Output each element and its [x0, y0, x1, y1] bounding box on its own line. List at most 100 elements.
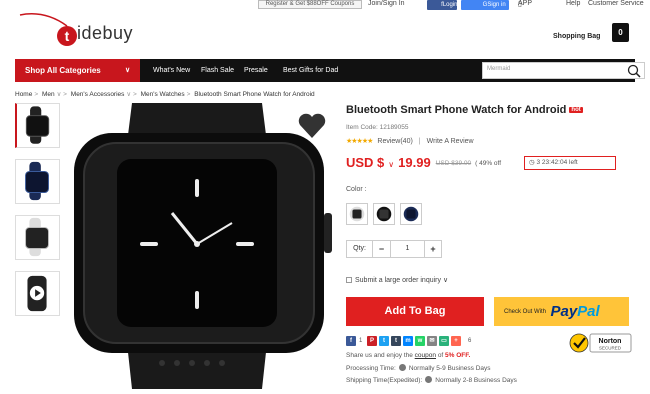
current-price: 19.99 — [398, 155, 431, 170]
item-code: Item Code: 12189055 — [346, 124, 409, 131]
thumbnail-blue-watch[interactable] — [15, 159, 60, 204]
add-to-bag-button[interactable]: Add To Bag — [346, 297, 484, 326]
nav-presale[interactable]: Presale — [244, 59, 268, 82]
document-icon — [346, 277, 352, 283]
app-label: APP — [518, 0, 533, 7]
quantity-increase-button[interactable]: + — [424, 240, 442, 258]
shopping-bag-icon[interactable]: 0 — [612, 23, 629, 42]
paypal-logo-pal: Pal — [577, 303, 600, 320]
whatsapp-share-icon[interactable]: w — [415, 336, 425, 346]
hot-badge: hot — [569, 107, 583, 113]
wishlist-heart-icon[interactable] — [298, 113, 326, 139]
chevron-down-icon: ∨ — [125, 67, 131, 74]
processing-time-value: Normally 5-9 Business Days — [408, 365, 491, 372]
paypal-prefix: Check Out With — [504, 309, 547, 315]
search-icon[interactable] — [627, 64, 641, 78]
google-sign-in-label: Sign in — [487, 2, 506, 8]
quantity-label: Qty: — [346, 240, 373, 258]
breadcrumb-mens-watches[interactable]: Men's Watches — [141, 91, 185, 98]
write-review-link[interactable]: Write A Review — [427, 138, 474, 145]
site-logo[interactable]: t idebuy — [15, 12, 145, 52]
breadcrumb-men[interactable]: Men — [42, 91, 55, 98]
share-text-mid: of — [437, 352, 444, 359]
breadcrumb-home[interactable]: Home — [15, 91, 32, 98]
sms-share-icon[interactable]: ▭ — [439, 336, 449, 346]
chevron-down-icon[interactable]: ∨ — [388, 160, 394, 169]
thumbnail-white-watch[interactable] — [15, 215, 60, 260]
norton-secured-badge: Norton SECURED — [569, 333, 632, 353]
rating-row: ★★★★★ Review(40) | Write A Review — [346, 138, 474, 145]
shipping-time-row: Shipping Time(Expedited): Normally 2-8 Bu… — [346, 376, 517, 384]
review-count-link[interactable]: Review(40) — [377, 138, 412, 145]
top-bar: Register & Get $88OFF Coupons Join/Sign … — [0, 0, 650, 10]
customer-service-link[interactable]: Customer Service — [588, 0, 644, 7]
bulk-inquiry-link[interactable]: Submit a large order inquiry ∨ — [346, 276, 448, 284]
shopping-bag-label[interactable]: Shopping Bag — [553, 33, 600, 40]
price-row: USD $ ∨ 19.99 USD $39.00( 49% off — [346, 154, 501, 172]
play-video-icon — [27, 275, 47, 312]
bag-count: 0 — [618, 28, 623, 37]
currency-selector[interactable]: USD $ — [346, 155, 384, 170]
join-sign-in-link[interactable]: Join/Sign In — [368, 0, 405, 7]
nav-best-gifts[interactable]: Best Gifts for Dad — [283, 59, 338, 82]
discount-text: ( 49% off — [475, 160, 502, 167]
facebook-login-label: Login — [442, 2, 458, 8]
color-swatch-blue[interactable] — [400, 203, 422, 225]
black-watch-thumb-icon — [25, 106, 50, 144]
shipping-time-value: Normally 2-8 Business Days — [435, 377, 517, 384]
facebook-login-button[interactable]: f Login — [427, 0, 458, 10]
facebook-share-icon[interactable]: f — [346, 336, 356, 346]
main-product-image[interactable] — [62, 103, 338, 389]
quantity-input[interactable]: 1 — [391, 240, 424, 258]
color-swatch-black[interactable] — [373, 203, 395, 225]
star-rating-icon: ★★★★★ — [346, 138, 373, 145]
coupon-link[interactable]: coupon — [415, 352, 436, 359]
email-share-icon[interactable]: ✉ — [427, 336, 437, 346]
register-coupon-link[interactable]: Register & Get $88OFF Coupons — [258, 0, 362, 9]
processing-time-label: Processing Time: — [346, 365, 396, 372]
more-share-count: 6 — [468, 338, 472, 344]
more-share-icon[interactable]: + — [451, 336, 461, 346]
messenger-share-icon[interactable]: m — [403, 336, 413, 346]
product-title-text: Bluetooth Smart Phone Watch for Android — [346, 104, 567, 116]
pinterest-share-icon[interactable]: P — [367, 336, 377, 346]
clock-icon — [398, 364, 406, 371]
search-box[interactable]: Mermaid — [482, 62, 645, 79]
help-link[interactable]: Help — [566, 0, 580, 7]
shipping-time-label: Shipping Time(Expedited): — [346, 377, 423, 384]
breadcrumb-mens-accessories[interactable]: Men's Accessories — [71, 91, 125, 98]
logo-text: idebuy — [77, 23, 134, 43]
product-title: Bluetooth Smart Phone Watch for Android h… — [346, 104, 583, 116]
blue-watch-swatch-icon — [403, 206, 419, 222]
thumbnail-video[interactable] — [15, 271, 60, 316]
nav-whats-new[interactable]: What's New — [153, 59, 190, 82]
google-sign-in-button[interactable]: G Sign in — [461, 0, 509, 10]
color-label: Color : — [346, 186, 367, 193]
share-text-pre: Share us and enjoy the — [346, 352, 413, 359]
old-price: USD $39.00 — [435, 160, 472, 167]
breadcrumb: Home > Men ∨ > Men's Accessories ∨ > Men's … — [15, 91, 315, 98]
paypal-checkout-button[interactable]: Check Out With PayPal — [494, 297, 629, 326]
shop-all-categories-label: Shop All Categories — [25, 66, 101, 75]
nav-flash-sale[interactable]: Flash Sale — [201, 59, 234, 82]
shop-all-categories-button[interactable]: Shop All Categories ∨ — [15, 59, 140, 82]
quantity-decrease-button[interactable]: − — [373, 240, 391, 258]
norton-label: Norton — [599, 338, 622, 345]
bulk-inquiry-label: Submit a large order inquiry — [355, 277, 441, 284]
chevron-down-icon: ∨ — [442, 277, 449, 284]
share-discount: 5% OFF. — [445, 352, 471, 359]
breadcrumb-current: Bluetooth Smart Phone Watch for Android — [194, 91, 315, 98]
color-swatch-white[interactable] — [346, 203, 368, 225]
facebook-share-count: 1 — [359, 338, 363, 344]
smart-watch-image — [74, 103, 332, 389]
clock-icon — [425, 376, 433, 383]
tumblr-share-icon[interactable]: t — [391, 336, 401, 346]
search-input[interactable]: Mermaid — [487, 66, 510, 72]
twitter-share-icon[interactable]: t — [379, 336, 389, 346]
logo-letter: t — [65, 28, 70, 44]
countdown-timer: ◷ 3 23:42:04 left — [524, 156, 616, 170]
share-promo-text: Share us and enjoy the coupon of 5% OFF. — [346, 352, 470, 359]
thumbnail-black-watch[interactable] — [15, 103, 60, 148]
blue-watch-thumb-icon — [25, 161, 49, 201]
main-nav: Shop All Categories ∨ What's New Flash S… — [15, 59, 645, 82]
